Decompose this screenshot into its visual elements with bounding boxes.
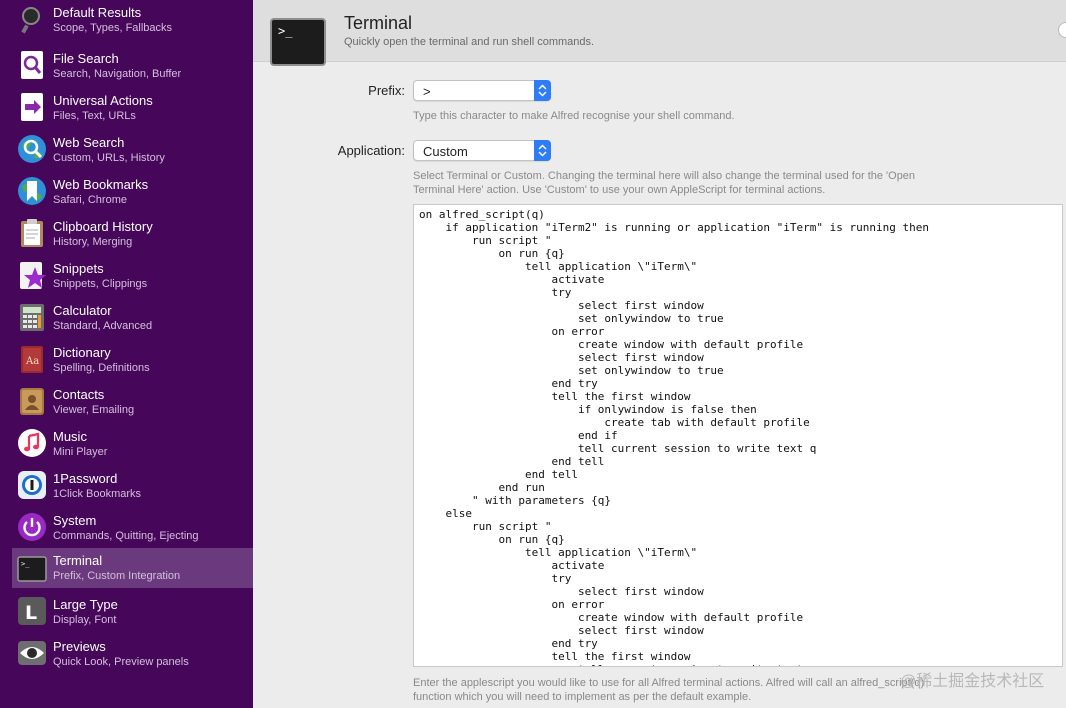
sidebar: Default Results Scope, Types, Fallbacks … (0, 0, 253, 708)
contacts-icon (17, 386, 47, 416)
sidebar-item-title: Contacts (53, 387, 105, 402)
sidebar-item-title: Universal Actions (53, 93, 153, 108)
svg-text:Aa: Aa (25, 356, 39, 367)
eye-icon (17, 638, 47, 668)
sidebar-item-subtitle: History, Merging (53, 236, 133, 248)
sidebar-item-title: Previews (53, 639, 106, 654)
application-hint-line: Select Terminal or Custom. Changing the … (413, 170, 916, 182)
sidebar-item-title: Clipboard History (53, 219, 153, 234)
sidebar-item-clipboard-history[interactable]: Clipboard History History, Merging (12, 214, 253, 254)
sidebar-item-calculator[interactable]: Calculator Standard, Advanced (12, 298, 253, 338)
sidebar-item-title: Web Bookmarks (53, 177, 149, 192)
sidebar-item-subtitle: 1Click Bookmarks (53, 488, 142, 500)
sidebar-item-title: Web Search (53, 135, 125, 150)
script-hint: Enter the applescript you would like to … (413, 676, 924, 704)
sidebar-item-web-search[interactable]: Web Search Custom, URLs, History (12, 130, 253, 170)
sidebar-item-subtitle: Viewer, Emailing (53, 404, 135, 416)
sidebar-item-subtitle: Display, Font (53, 614, 117, 626)
clipboard-icon (17, 218, 47, 248)
sidebar-item-web-bookmarks[interactable]: Web Bookmarks Safari, Chrome (12, 172, 253, 212)
page-header: >_ Terminal Quickly open the terminal an… (253, 0, 1066, 66)
sidebar-item-subtitle: Prefix, Custom Integration (53, 570, 181, 582)
snippets-star-icon (17, 260, 47, 290)
prefix-select[interactable]: > (413, 80, 551, 101)
watermark: @稀土掘金技术社区 (900, 673, 1045, 690)
terminal-icon-glyph: >_ (278, 24, 293, 38)
magnifier-default-icon (17, 4, 47, 34)
onepassword-icon (17, 470, 47, 500)
applescript-text: on alfred_script(q) if application "iTer… (419, 208, 929, 666)
page-subtitle: Quickly open the terminal and run shell … (344, 36, 595, 48)
music-note-icon (17, 428, 47, 458)
terminal-icon: >_ (270, 18, 326, 66)
sidebar-item-music[interactable]: Music Mini Player (12, 424, 253, 464)
header-toggle[interactable] (1058, 22, 1066, 38)
application-label: Application: (337, 143, 405, 158)
sidebar-item-title: 1Password (53, 471, 118, 486)
chevron-updown-icon (534, 140, 551, 161)
bookmark-globe-icon (17, 176, 47, 206)
sidebar-item-subtitle: Custom, URLs, History (53, 152, 165, 164)
sidebar-item-title: File Search (53, 51, 119, 66)
sidebar-item-large-type[interactable]: L Large Type Display, Font (12, 592, 253, 632)
sidebar-item-subtitle: Commands, Quitting, Ejecting (53, 530, 199, 542)
sidebar-item-title: Terminal (53, 553, 103, 568)
sidebar-item-title: Default Results (53, 5, 142, 20)
application-hint-line: Terminal Here' action. Use 'Custom' to u… (413, 184, 826, 196)
applescript-editor[interactable]: on alfred_script(q) if application "iTer… (413, 204, 1063, 667)
sidebar-item-subtitle: Standard, Advanced (53, 320, 153, 332)
script-hint-line: Enter the applescript you would like to … (413, 677, 925, 689)
sidebar-item-subtitle: Scope, Types, Fallbacks (53, 22, 173, 34)
sidebar-item-default-results[interactable]: Default Results Scope, Types, Fallbacks (12, 0, 253, 40)
sidebar-item-previews[interactable]: Previews Quick Look, Preview panels (12, 634, 253, 674)
sidebar-item-title: Snippets (53, 261, 104, 276)
sidebar-item-subtitle: Spelling, Definitions (53, 362, 150, 374)
svg-text:>_: >_ (21, 560, 30, 568)
prefix-value: > (423, 84, 431, 99)
script-hint-line: function which you will need to implemen… (413, 691, 752, 703)
sidebar-item-universal-actions[interactable]: Universal Actions Files, Text, URLs (12, 88, 253, 128)
application-hint: Select Terminal or Custom. Changing the … (413, 169, 915, 197)
chevron-updown-icon (534, 80, 551, 101)
svg-text:L: L (25, 602, 37, 624)
application-select[interactable]: Custom (413, 140, 551, 161)
sidebar-item-title: System (53, 513, 97, 528)
universal-actions-icon (17, 92, 47, 122)
sidebar-item-subtitle: Files, Text, URLs (53, 110, 136, 122)
file-search-icon (17, 50, 47, 80)
calculator-icon (17, 302, 47, 332)
sidebar-item-dictionary[interactable]: Aa Dictionary Spelling, Definitions (12, 340, 253, 380)
sidebar-item-subtitle: Snippets, Clippings (53, 278, 148, 290)
sidebar-item-title: Dictionary (53, 345, 111, 360)
sidebar-item-1password[interactable]: 1Password 1Click Bookmarks (12, 466, 253, 506)
sidebar-item-snippets[interactable]: Snippets Snippets, Clippings (12, 256, 253, 296)
page-title: Terminal (344, 13, 413, 33)
sidebar-item-subtitle: Safari, Chrome (53, 194, 127, 206)
sidebar-item-subtitle: Mini Player (53, 446, 108, 458)
sidebar-item-file-search[interactable]: File Search Search, Navigation, Buffer (12, 46, 253, 86)
terminal-icon: >_ (17, 554, 47, 584)
sidebar-item-title: Music (53, 429, 87, 444)
sidebar-item-system[interactable]: System Commands, Quitting, Ejecting (12, 508, 253, 548)
large-type-icon: L (17, 596, 47, 626)
sidebar-item-contacts[interactable]: Contacts Viewer, Emailing (12, 382, 253, 422)
sidebar-item-subtitle: Quick Look, Preview panels (53, 656, 189, 668)
prefix-hint: Type this character to make Alfred recog… (413, 110, 735, 122)
prefix-label: Prefix: (368, 83, 405, 98)
application-value: Custom (423, 144, 468, 159)
web-search-globe-icon (17, 134, 47, 164)
dictionary-icon: Aa (17, 344, 47, 374)
sidebar-item-title: Calculator (53, 303, 112, 318)
power-icon (17, 512, 47, 542)
sidebar-item-terminal[interactable]: >_ Terminal Prefix, Custom Integration (12, 548, 253, 588)
sidebar-item-subtitle: Search, Navigation, Buffer (53, 68, 182, 80)
sidebar-item-title: Large Type (53, 597, 118, 612)
